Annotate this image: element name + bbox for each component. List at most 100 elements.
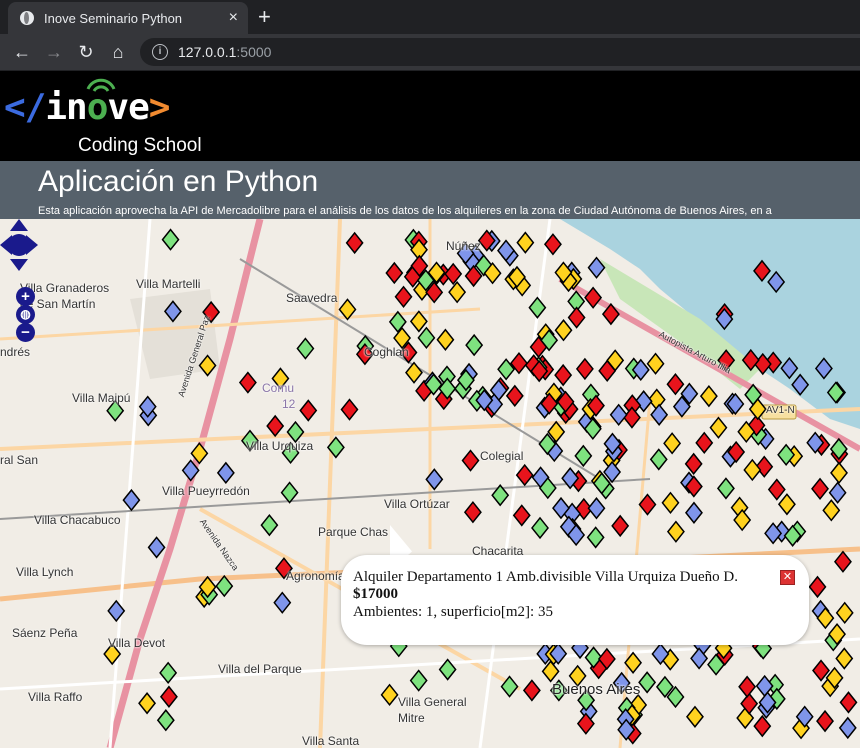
map-label: Buenos Aires xyxy=(552,681,641,698)
listing-marker[interactable] xyxy=(156,709,175,732)
listing-marker[interactable] xyxy=(465,333,484,357)
listing-marker[interactable] xyxy=(122,488,141,512)
listing-marker[interactable] xyxy=(755,674,774,698)
map-label: Colegial xyxy=(480,449,524,463)
listing-marker[interactable] xyxy=(515,463,534,487)
listing-marker[interactable] xyxy=(161,228,180,251)
listing-marker[interactable] xyxy=(709,416,728,439)
listing-marker[interactable] xyxy=(512,504,531,527)
listing-marker[interactable] xyxy=(586,526,605,549)
pan-down-icon[interactable] xyxy=(10,259,28,271)
listing-marker[interactable] xyxy=(448,280,467,304)
listing-marker[interactable] xyxy=(767,478,786,501)
listing-marker[interactable] xyxy=(828,481,847,504)
home-icon[interactable]: ⌂ xyxy=(106,40,130,64)
listing-marker[interactable] xyxy=(695,431,714,455)
listing-marker[interactable] xyxy=(273,591,292,614)
pan-up-icon[interactable] xyxy=(10,219,28,231)
listing-marker[interactable] xyxy=(835,601,854,625)
listing-marker[interactable] xyxy=(147,536,166,559)
forward-icon[interactable]: → xyxy=(42,40,66,64)
pan-control[interactable] xyxy=(0,219,38,271)
world-icon[interactable]: ◍ xyxy=(16,305,35,324)
listing-marker[interactable] xyxy=(575,357,594,381)
new-tab-button[interactable]: + xyxy=(258,4,271,30)
listing-marker[interactable] xyxy=(650,403,669,426)
listing-marker[interactable] xyxy=(554,363,573,387)
listing-marker[interactable] xyxy=(839,691,858,714)
listing-marker[interactable] xyxy=(238,371,257,394)
map[interactable]: Núñez Villa Granaderos de San Martín Vil… xyxy=(0,219,860,748)
address-bar[interactable]: i 127.0.0.1:5000 xyxy=(140,38,860,66)
listing-marker[interactable] xyxy=(699,384,718,408)
listing-marker[interactable] xyxy=(531,516,549,540)
map-label: Sáenz Peña xyxy=(12,626,78,640)
listing-marker[interactable] xyxy=(663,432,682,455)
listing-marker[interactable] xyxy=(584,286,603,309)
listing-marker[interactable] xyxy=(567,306,586,329)
listing-marker[interactable] xyxy=(461,449,480,472)
zoom-out-button[interactable]: − xyxy=(16,323,35,342)
listing-marker[interactable] xyxy=(266,414,285,438)
listing-marker[interactable] xyxy=(622,406,641,429)
listing-marker[interactable] xyxy=(666,520,685,543)
listing-marker[interactable] xyxy=(777,493,796,516)
listing-marker[interactable] xyxy=(296,337,315,360)
listing-marker[interactable] xyxy=(646,352,665,375)
listing-marker[interactable] xyxy=(716,477,735,500)
tab-close-icon[interactable]: × xyxy=(229,9,238,27)
listing-marker[interactable] xyxy=(611,514,630,538)
listing-marker[interactable] xyxy=(345,231,364,255)
zoom-in-button[interactable]: + xyxy=(16,287,35,306)
listing-marker[interactable] xyxy=(505,384,524,408)
listing-marker[interactable] xyxy=(463,500,482,524)
listing-marker[interactable] xyxy=(260,513,279,537)
reload-icon[interactable]: ↻ xyxy=(74,40,98,64)
listing-marker[interactable] xyxy=(554,319,573,342)
listing-marker[interactable] xyxy=(666,372,685,396)
listing-marker[interactable] xyxy=(753,714,772,738)
listing-marker[interactable] xyxy=(216,461,235,485)
listing-marker[interactable] xyxy=(405,361,423,384)
back-icon[interactable]: ← xyxy=(10,40,34,64)
listing-marker[interactable] xyxy=(833,550,852,573)
browser-tab[interactable]: Inove Seminario Python × xyxy=(8,2,248,34)
listing-marker[interactable] xyxy=(743,458,762,482)
listing-marker[interactable] xyxy=(822,499,841,522)
listing-marker[interactable] xyxy=(528,296,547,319)
listing-marker[interactable] xyxy=(838,716,857,740)
listing-marker[interactable] xyxy=(738,675,757,698)
listing-marker[interactable] xyxy=(587,497,606,520)
listing-marker[interactable] xyxy=(808,575,827,599)
listing-marker[interactable] xyxy=(516,231,535,254)
listing-marker[interactable] xyxy=(816,709,834,733)
listing-marker[interactable] xyxy=(417,326,436,350)
listing-marker[interactable] xyxy=(574,444,593,468)
listing-marker[interactable] xyxy=(394,285,413,308)
map-canvas[interactable] xyxy=(0,219,860,748)
listing-marker[interactable] xyxy=(444,262,463,286)
listing-marker[interactable] xyxy=(686,705,704,728)
listing-marker[interactable] xyxy=(436,328,455,351)
listing-marker[interactable] xyxy=(409,669,428,692)
listing-marker[interactable] xyxy=(649,448,668,471)
listing-marker[interactable] xyxy=(811,477,829,500)
listing-marker[interactable] xyxy=(638,671,657,694)
listing-marker[interactable] xyxy=(340,398,359,421)
listing-marker[interactable] xyxy=(159,685,178,708)
info-icon[interactable]: i xyxy=(152,44,168,60)
listing-marker[interactable] xyxy=(830,461,848,485)
inove-logo[interactable]: </inove> xyxy=(4,87,170,128)
listing-marker[interactable] xyxy=(380,683,399,707)
listing-marker[interactable] xyxy=(661,491,680,514)
listing-marker[interactable] xyxy=(684,452,703,476)
listing-marker[interactable] xyxy=(685,501,703,524)
listing-marker[interactable] xyxy=(138,692,157,715)
map-label: 12 xyxy=(282,397,296,411)
popup-close-button[interactable]: ✕ xyxy=(780,570,795,585)
listing-marker[interactable] xyxy=(299,399,318,422)
listing-marker[interactable] xyxy=(280,481,299,504)
listing-marker[interactable] xyxy=(385,261,404,285)
listing-marker[interactable] xyxy=(522,679,541,702)
listing-marker[interactable] xyxy=(835,647,854,670)
